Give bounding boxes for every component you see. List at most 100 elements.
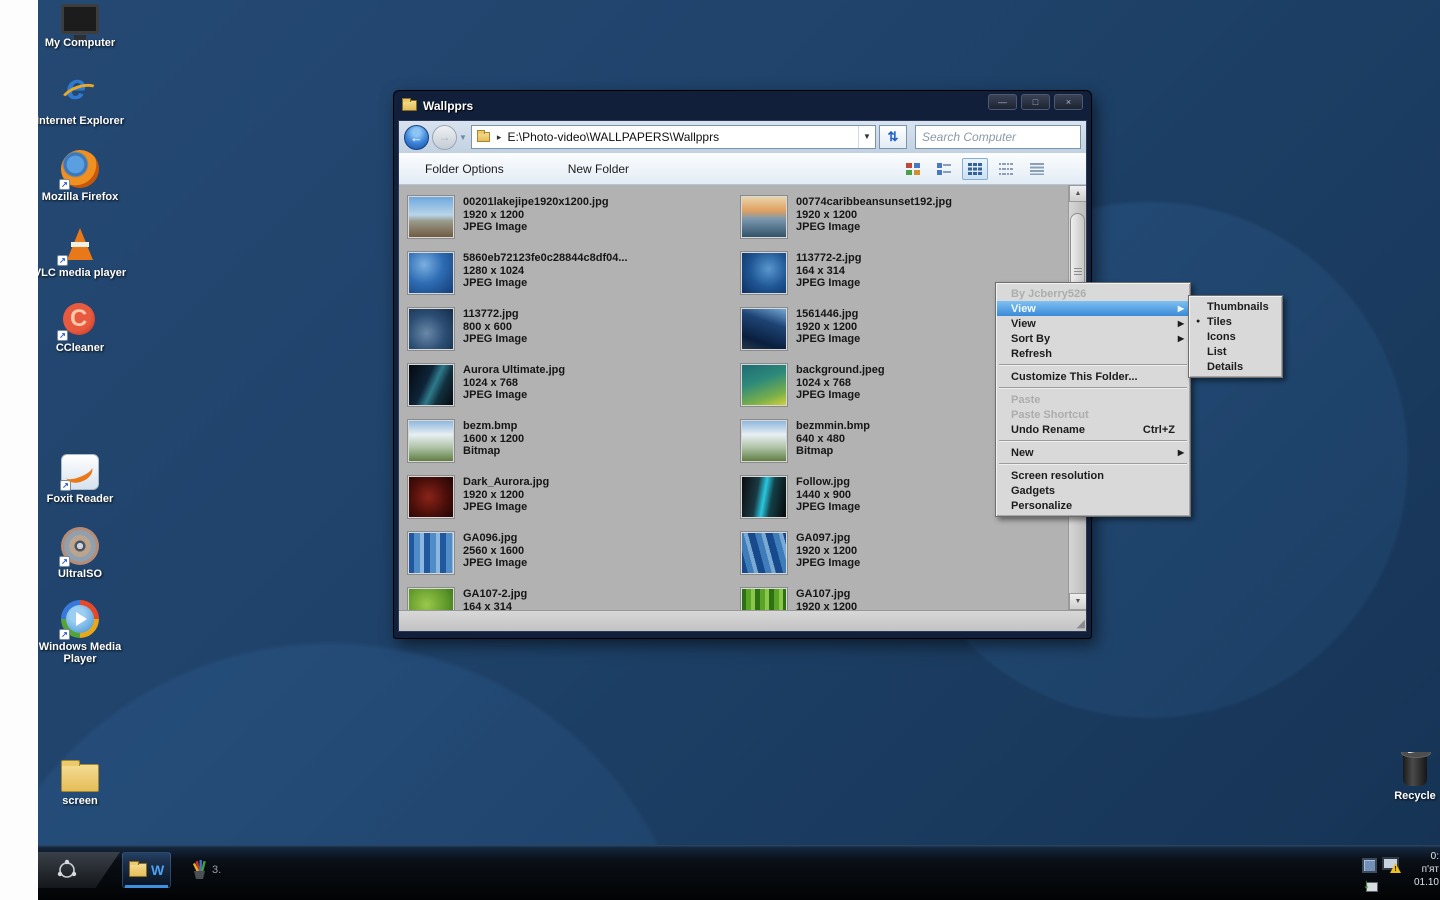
desktop-icon-ultraiso[interactable]: ↗ UltraISO <box>33 527 127 580</box>
file-dimensions: 1024 x 768 <box>463 377 565 390</box>
screen: My Computer Internet Explorer ↗ Mozilla … <box>0 0 1440 900</box>
file-dimensions: 2560 x 1600 <box>463 545 527 558</box>
menu-item-screen-resolution[interactable]: Screen resolution <box>997 468 1189 483</box>
file-thumbnail <box>740 363 788 407</box>
menu-item-new[interactable]: New▶ <box>997 445 1189 460</box>
address-dropdown-icon[interactable]: ▼ <box>858 126 875 148</box>
scroll-up-icon[interactable]: ▲ <box>1069 185 1086 202</box>
menu-item-view[interactable]: View▶ <box>997 301 1189 316</box>
close-button[interactable]: × <box>1054 94 1083 110</box>
file-name: GA097.jpg <box>796 532 860 545</box>
scroll-down-icon[interactable]: ▼ <box>1069 593 1086 610</box>
file-tile[interactable]: bezm.bmp 1600 x 1200 Bitmap <box>401 418 734 474</box>
file-tile[interactable]: Dark_Aurora.jpg 1920 x 1200 JPEG Image <box>401 474 734 530</box>
shortcut-arrow-icon: ↗ <box>57 255 68 266</box>
menu-item-personalize[interactable]: Personalize <box>997 498 1189 513</box>
forward-button[interactable]: → <box>432 125 457 150</box>
view-thumbnails-button[interactable] <box>900 158 926 180</box>
file-list-area: 00201lakejipe1920x1200.jpg 1920 x 1200 J… <box>399 185 1086 610</box>
start-button[interactable] <box>38 852 120 888</box>
file-tile[interactable]: GA107.jpg 1920 x 1200 JPEG Image <box>734 586 1067 610</box>
file-thumbnail <box>407 251 455 295</box>
clock[interactable]: 0:п'ят01.10 <box>1397 850 1439 889</box>
desktop-icon-mozilla-firefox[interactable]: ↗ Mozilla Firefox <box>33 150 127 203</box>
explorer-window: Wallpprs — □ × ← → ▼ ▸ E:\Photo-video\WA… <box>393 90 1092 639</box>
navigation-bar: ← → ▼ ▸ E:\Photo-video\WALLPAPERS\Wallpp… <box>399 121 1086 153</box>
menu-item-customize-this-folder-[interactable]: Customize This Folder... <box>997 369 1189 384</box>
file-type: JPEG Image <box>796 221 952 234</box>
file-tile[interactable]: GA096.jpg 2560 x 1600 JPEG Image <box>401 530 734 586</box>
menu-item-refresh[interactable]: Refresh <box>997 346 1189 361</box>
file-tile[interactable]: 5860eb72123fe0c28844c8df04... 1280 x 102… <box>401 250 734 306</box>
search-input[interactable] <box>916 126 1080 148</box>
file-dimensions: 1280 x 1024 <box>463 265 628 278</box>
address-path[interactable]: E:\Photo-video\WALLPAPERS\Wallpprs <box>507 130 719 144</box>
search-box[interactable] <box>915 125 1081 149</box>
desktop-icon-vlc-media-player[interactable]: ↗ VLC media player <box>33 226 127 279</box>
taskbar-item-wallpprs[interactable]: W <box>122 852 171 888</box>
taskbar-item-label: W <box>151 862 164 878</box>
file-tile[interactable]: 00774caribbeansunset192.jpg 1920 x 1200 … <box>734 194 1067 250</box>
desktop-icon-ccleaner[interactable]: ↗ CCleaner <box>33 301 127 354</box>
file-thumbnail <box>407 531 455 575</box>
selected-bullet-icon: ● <box>1196 318 1200 325</box>
chevron-down-icon[interactable]: ▼ <box>459 133 467 142</box>
desktop-icon-my-computer[interactable]: My Computer <box>33 4 127 49</box>
file-tile[interactable]: GA097.jpg 1920 x 1200 JPEG Image <box>734 530 1067 586</box>
file-tile[interactable]: 113772.jpg 800 x 600 JPEG Image <box>401 306 734 362</box>
file-tile[interactable]: Aurora Ultimate.jpg 1024 x 768 JPEG Imag… <box>401 362 734 418</box>
desktop-icon-screen[interactable]: screen <box>33 756 127 807</box>
view-details-button[interactable] <box>1024 158 1050 180</box>
file-tile[interactable]: GA107-2.jpg 164 x 314 JPEG Image <box>401 586 734 610</box>
menu-separator <box>999 387 1187 389</box>
window-titlebar[interactable]: Wallpprs — □ × <box>394 91 1091 120</box>
menu-item-tiles[interactable]: Tiles● <box>1190 314 1281 329</box>
back-button[interactable]: ← <box>404 125 429 150</box>
menu-item-thumbnails[interactable]: Thumbnails <box>1190 299 1281 314</box>
view-mode-buttons <box>900 158 1050 180</box>
menu-item-view[interactable]: View▶ <box>997 316 1189 331</box>
file-thumbnail <box>740 251 788 295</box>
view-icons-button[interactable] <box>962 158 988 180</box>
file-tile[interactable]: 00201lakejipe1920x1200.jpg 1920 x 1200 J… <box>401 194 734 250</box>
menu-item-paste-shortcut: Paste Shortcut <box>997 407 1189 422</box>
taskbar-item-app[interactable]: 3. <box>184 852 227 888</box>
file-name: Aurora Ultimate.jpg <box>463 364 565 377</box>
desktop-icon-windows-media-player[interactable]: ↗ Windows Media Player <box>33 600 127 665</box>
menu-item-undo-rename[interactable]: Undo RenameCtrl+Z <box>997 422 1189 437</box>
status-bar: ◢ <box>399 610 1086 631</box>
download-arrow-icon[interactable]: ↓ <box>1363 876 1370 891</box>
shortcut-arrow-icon: ↗ <box>59 556 70 567</box>
menu-item-details[interactable]: Details <box>1190 359 1281 374</box>
address-bar[interactable]: ▸ E:\Photo-video\WALLPAPERS\Wallpprs ▼ <box>471 125 876 149</box>
desktop-icon-recycle-bin[interactable]: Recycle <box>1390 752 1440 802</box>
file-name: background.jpeg <box>796 364 885 377</box>
file-grid: 00201lakejipe1920x1200.jpg 1920 x 1200 J… <box>401 194 1067 610</box>
view-tiles-button[interactable] <box>931 158 957 180</box>
maximize-button[interactable]: □ <box>1021 94 1050 110</box>
file-type: JPEG Image <box>463 389 565 402</box>
file-type: JPEG Image <box>463 221 609 234</box>
file-dimensions: 1920 x 1200 <box>796 209 952 222</box>
menu-item-icons[interactable]: Icons <box>1190 329 1281 344</box>
folder-icon <box>129 863 147 877</box>
submenu-arrow-icon: ▶ <box>1178 304 1184 313</box>
file-thumbnail <box>740 531 788 575</box>
folder-icon <box>402 100 417 111</box>
resize-grip[interactable]: ◢ <box>1077 619 1085 630</box>
menu-item-sort-by[interactable]: Sort By▶ <box>997 331 1189 346</box>
file-thumbnail <box>407 475 455 519</box>
app-icon: ↗ <box>59 301 101 339</box>
refresh-button[interactable]: ⇅ <box>879 125 907 149</box>
view-list-button[interactable] <box>993 158 1019 180</box>
new-folder-button[interactable]: New Folder <box>568 162 629 176</box>
folder-options-button[interactable]: Folder Options <box>425 162 504 176</box>
file-type: JPEG Image <box>463 557 527 570</box>
minimize-button[interactable]: — <box>988 94 1017 110</box>
menu-item-list[interactable]: List <box>1190 344 1281 359</box>
desktop-background[interactable]: My Computer Internet Explorer ↗ Mozilla … <box>0 0 1440 900</box>
desktop-icon-foxit-reader[interactable]: ↗ Foxit Reader <box>33 454 127 505</box>
tray-app-icon[interactable] <box>1362 858 1377 873</box>
desktop-icon-internet-explorer[interactable]: Internet Explorer <box>33 74 127 127</box>
menu-item-gadgets[interactable]: Gadgets <box>997 483 1189 498</box>
